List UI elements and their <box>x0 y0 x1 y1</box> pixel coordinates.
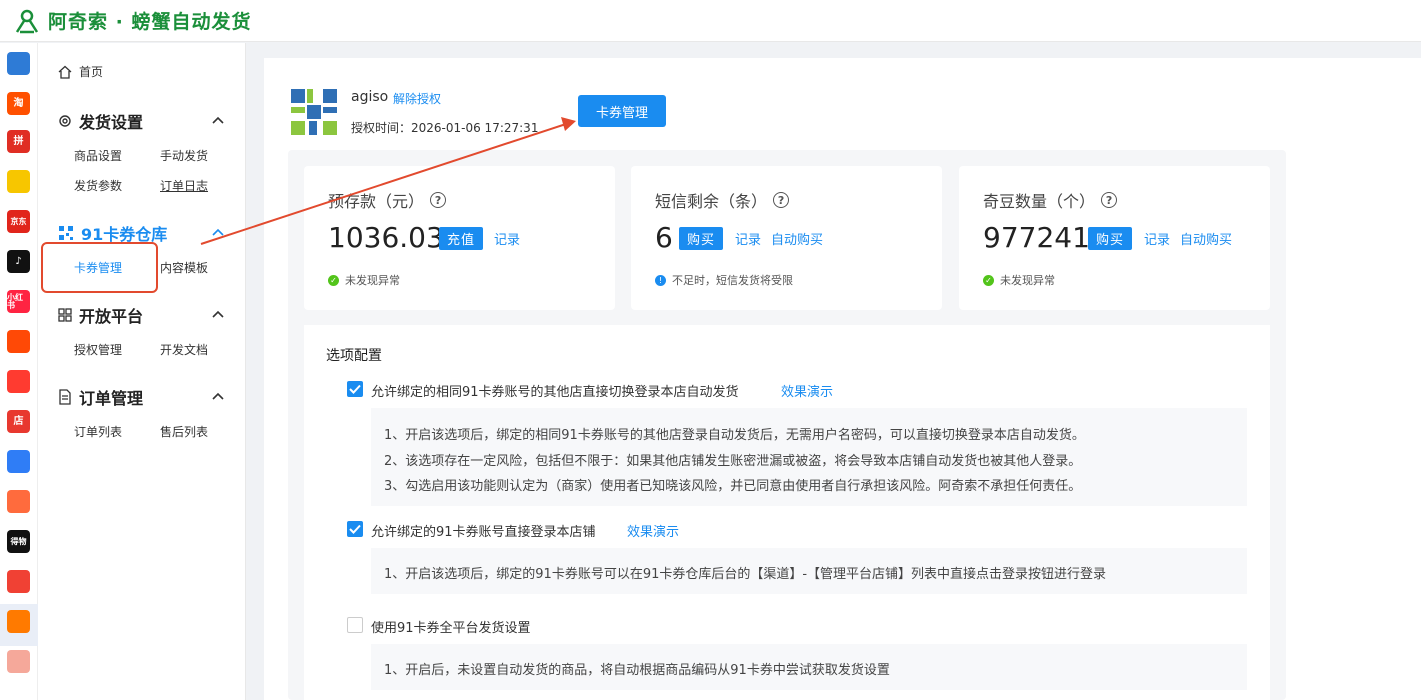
option-description: 1、开启该选项后，绑定的91卡券账号可以在91卡券仓库后台的【渠道】-【管理平台… <box>371 548 1247 594</box>
crab-icon[interactable] <box>7 610 30 633</box>
kuaishou-icon[interactable] <box>7 330 30 353</box>
auto-buy-link[interactable]: 自动购买 <box>771 229 823 248</box>
stat-value: 1036.03 <box>328 221 444 254</box>
unauthorize-link[interactable]: 解除授权 <box>393 90 441 107</box>
record-link[interactable]: 记录 <box>735 229 761 248</box>
stat-value: 6 <box>655 221 673 254</box>
stat-status: 不足时，短信发货将受限 <box>672 274 793 287</box>
sidebar-item-aftersale-list[interactable]: 售后列表 <box>160 423 208 440</box>
stat-card-beans: 奇豆数量（个）? 977241 购买 记录 自动购买 ✓ 未发现异常 <box>959 166 1270 310</box>
chevron-up-icon[interactable] <box>212 310 224 318</box>
option-label[interactable]: 允许绑定的相同91卡券账号的其他店直接切换登录本店自动发货 <box>371 381 739 400</box>
stat-value: 977241 <box>983 221 1090 254</box>
stat-status: 未发现异常 <box>345 274 400 287</box>
platform-icon-3[interactable] <box>7 170 30 193</box>
dewu-icon[interactable]: 得物 <box>7 530 30 553</box>
checkmark-icon <box>349 524 361 534</box>
check-circle-icon: ✓ <box>328 274 339 286</box>
agiso-logo-icon <box>15 9 39 33</box>
taobao-icon[interactable]: 淘 <box>7 92 30 115</box>
jd-icon[interactable]: 京东 <box>7 210 30 233</box>
sidebar-item-product-settings[interactable]: 商品设置 <box>74 147 122 164</box>
stat-card-deposit: 预存款（元）? 1036.03 充值 记录 ✓ 未发现异常 <box>304 166 615 310</box>
check-circle-icon: ✓ <box>983 274 994 286</box>
description-line: 1、开启该选项后，绑定的相同91卡券账号的其他店登录自动发货后，无需用户名密码，… <box>384 428 1085 443</box>
sidebar-item-auth-management[interactable]: 授权管理 <box>74 341 122 358</box>
chevron-up-icon[interactable] <box>212 116 224 124</box>
sidebar: 首页 发货设置 商品设置 手动发货 发货参数 订单日志 91卡券仓库 卡券管理 … <box>38 43 246 700</box>
option-checkbox[interactable] <box>347 521 363 537</box>
help-icon[interactable]: ? <box>1101 192 1118 208</box>
chevron-up-icon[interactable] <box>212 228 224 236</box>
sidebar-home-label: 首页 <box>79 65 104 79</box>
grid-icon <box>58 308 72 322</box>
description-line: 3、勾选启用该功能则认定为（商家）使用者已知晓该风险，并已同意由使用者自行承担该… <box>384 479 1082 494</box>
stat-label: 预存款（元） <box>328 192 425 211</box>
buy-beans-button[interactable]: 购买 <box>1088 227 1133 250</box>
document-icon <box>59 389 71 405</box>
annotation-highlight-box <box>41 242 158 293</box>
auth-time: 授权时间：2026-01-06 17:27:31 <box>351 121 539 135</box>
douyin-icon[interactable]: ♪ <box>7 250 30 273</box>
sidebar-item-delivery-params[interactable]: 发货参数 <box>74 177 122 194</box>
sidebar-group-open-platform[interactable]: 开放平台 <box>58 303 143 327</box>
sidebar-item-dev-docs[interactable]: 开发文档 <box>160 341 208 358</box>
stat-status: 未发现异常 <box>1000 274 1055 287</box>
sidebar-group-delivery-settings[interactable]: 发货设置 <box>58 109 143 133</box>
buy-sms-button[interactable]: 购买 <box>679 227 724 250</box>
record-link[interactable]: 记录 <box>1144 229 1170 248</box>
pinduoduo-icon[interactable]: 拼 <box>7 130 30 153</box>
sidebar-group-title: 订单管理 <box>79 389 144 408</box>
option-description: 1、开启该选项后，绑定的相同91卡券账号的其他店登录自动发货后，无需用户名密码，… <box>371 408 1247 506</box>
sidebar-item-home[interactable]: 首页 <box>58 63 103 80</box>
account-name: agiso <box>351 89 389 105</box>
stat-label: 奇豆数量（个） <box>983 192 1096 211</box>
auto-buy-link[interactable]: 自动购买 <box>1180 229 1232 248</box>
stat-card-sms: 短信剩余（条）? 6 购买 记录 自动购买 ! 不足时，短信发货将受限 <box>631 166 942 310</box>
link-platform-icon[interactable] <box>7 450 30 473</box>
bag-icon[interactable] <box>7 650 30 673</box>
shop-platform-icon[interactable] <box>7 490 30 513</box>
sidebar-item-content-template[interactable]: 内容模板 <box>160 259 208 276</box>
record-link[interactable]: 记录 <box>494 229 520 248</box>
option-description: 1、开启后，未设置自动发货的商品，将自动根据商品编码从91卡券中尝试获取发货设置 <box>371 644 1247 690</box>
option-label[interactable]: 允许绑定的91卡券账号直接登录本店铺 <box>371 521 596 540</box>
description-line: 2、该选项存在一定风险，包括但不限于：如果其他店铺发生账密泄漏或被盗，将会导致本… <box>384 454 1082 469</box>
description-line: 1、开启该选项后，绑定的91卡券账号可以在91卡券仓库后台的【渠道】-【管理平台… <box>384 567 1107 582</box>
description-line: 1、开启后，未设置自动发货的商品，将自动根据商品编码从91卡券中尝试获取发货设置 <box>384 663 890 678</box>
help-icon[interactable]: ? <box>430 192 447 208</box>
platform-icon-13[interactable] <box>7 570 30 593</box>
option-checkbox[interactable] <box>347 381 363 397</box>
sidebar-item-order-list[interactable]: 订单列表 <box>74 423 122 440</box>
avatar <box>289 87 339 137</box>
gear-icon <box>59 115 71 127</box>
xiaohongshu-icon[interactable]: 小红书 <box>7 290 30 313</box>
sidebar-group-title: 发货设置 <box>79 113 144 132</box>
thumb-icon[interactable] <box>7 370 30 393</box>
help-icon[interactable]: ? <box>773 192 790 208</box>
recharge-button[interactable]: 充值 <box>439 227 484 250</box>
chevron-up-icon[interactable] <box>212 392 224 400</box>
qr-grid-icon <box>59 226 73 240</box>
top-bar: 阿奇索 · 螃蟹自动发货 <box>0 0 1421 42</box>
card-management-button[interactable]: 卡券管理 <box>578 95 666 127</box>
sidebar-item-manual-delivery[interactable]: 手动发货 <box>160 147 208 164</box>
sidebar-item-order-log[interactable]: 订单日志 <box>160 177 208 194</box>
option-label[interactable]: 使用91卡券全平台发货设置 <box>371 617 531 636</box>
option-checkbox[interactable] <box>347 617 363 633</box>
demo-link[interactable]: 效果演示 <box>627 521 679 540</box>
qr-platform-icon[interactable] <box>7 52 30 75</box>
platform-icon-bar: 淘拼京东 ♪ 小红书店得物 <box>0 43 38 700</box>
info-icon: ! <box>655 274 666 286</box>
home-icon <box>58 65 72 79</box>
app-title: 阿奇索 · 螃蟹自动发货 <box>48 11 252 33</box>
stat-label: 短信剩余（条） <box>655 192 768 211</box>
sidebar-group-order-management[interactable]: 订单管理 <box>58 385 143 409</box>
checkmark-icon <box>349 384 361 394</box>
options-title: 选项配置 <box>326 348 382 364</box>
demo-link[interactable]: 效果演示 <box>781 381 833 400</box>
sidebar-group-title: 开放平台 <box>79 307 144 326</box>
dian-icon[interactable]: 店 <box>7 410 30 433</box>
